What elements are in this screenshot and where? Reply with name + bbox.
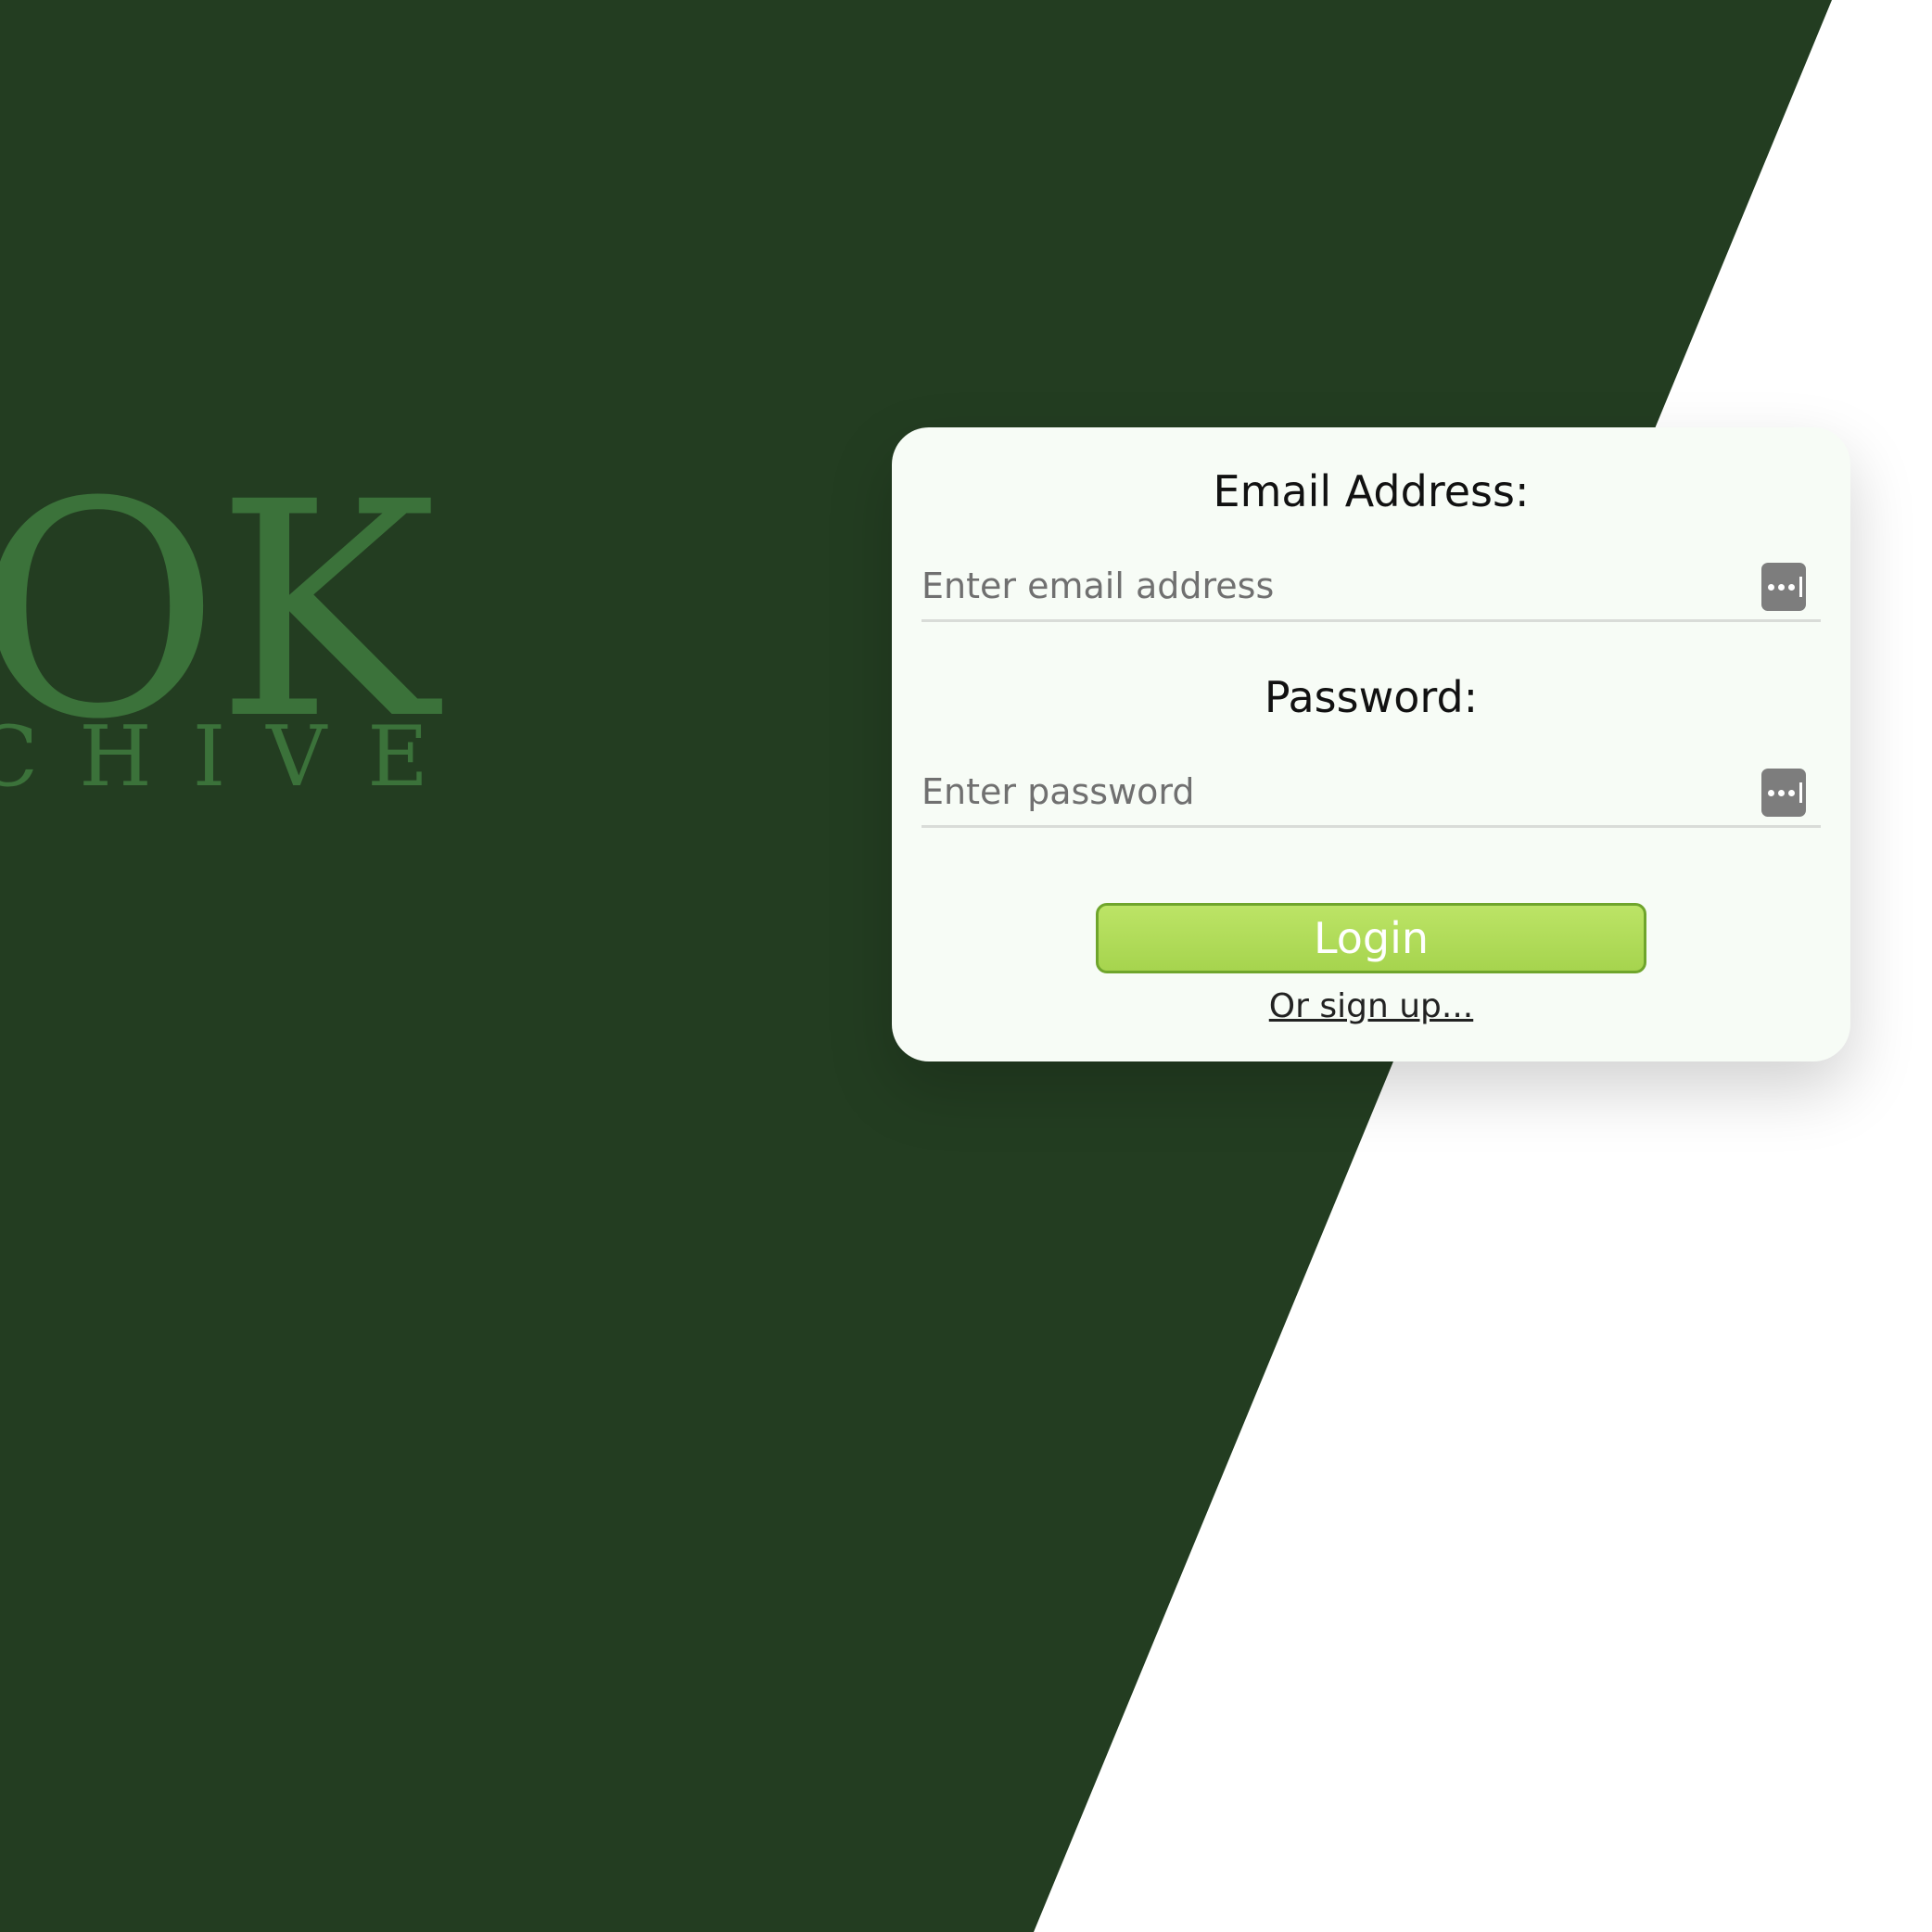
password-manager-icon[interactable]: [1761, 563, 1806, 611]
password-manager-icon[interactable]: [1761, 769, 1806, 817]
password-label: Password:: [1264, 672, 1479, 722]
signup-link[interactable]: Or sign up...: [892, 987, 1850, 1025]
password-field-row: [922, 759, 1821, 828]
login-page: OOK CHIVE Email Address: Password: Login…: [0, 0, 1932, 1932]
email-field-row: [922, 553, 1821, 622]
login-card: Email Address: Password: Login Or sign u…: [892, 427, 1850, 1061]
logo-sub-text: CHIVE: [0, 708, 445, 806]
logo: OOK CHIVE: [0, 464, 445, 807]
email-label: Email Address:: [1213, 466, 1530, 516]
password-input[interactable]: [922, 759, 1756, 824]
login-button[interactable]: Login: [1096, 903, 1646, 973]
email-input[interactable]: [922, 553, 1756, 618]
